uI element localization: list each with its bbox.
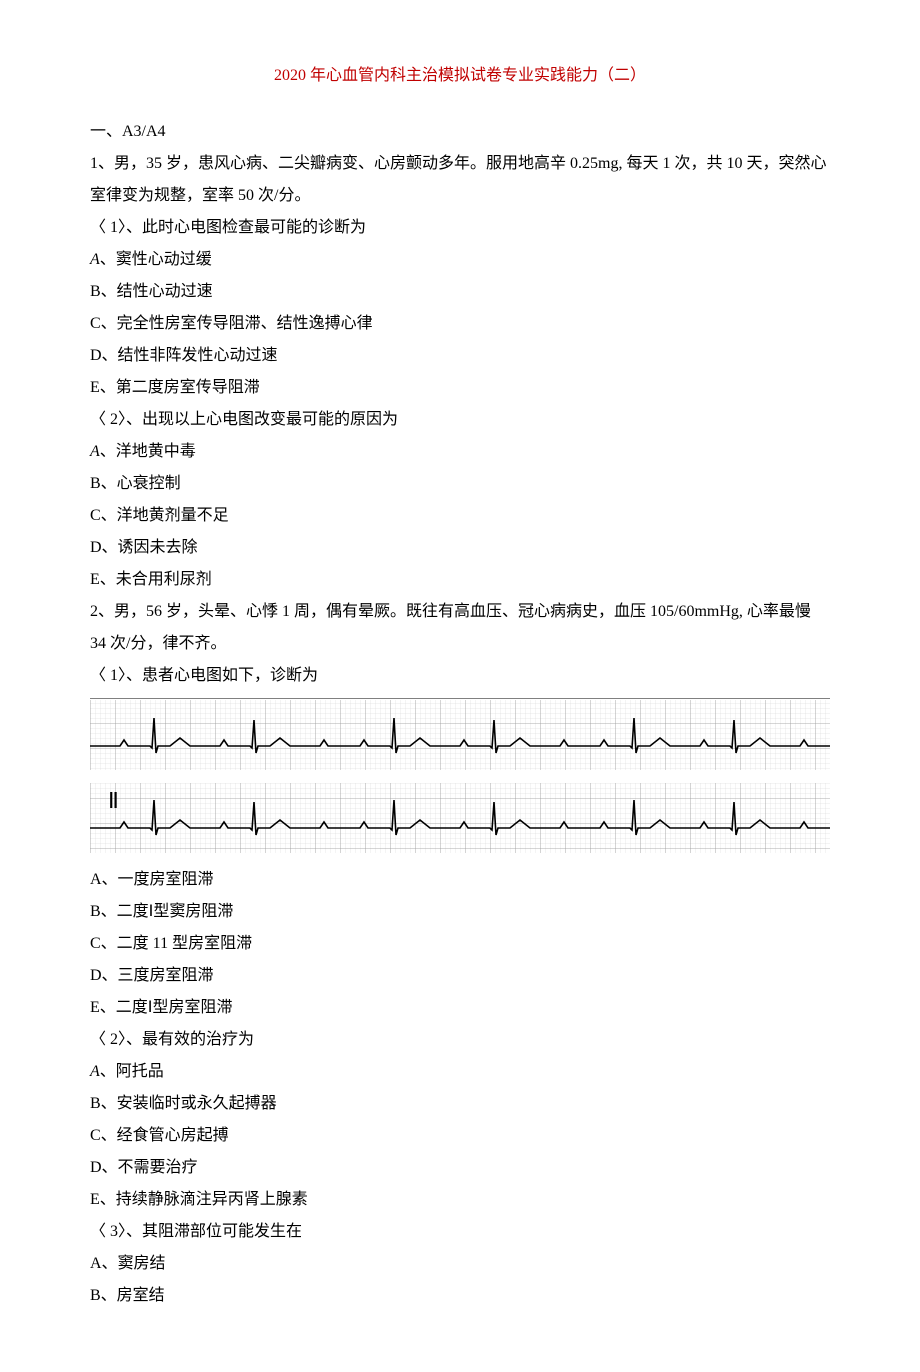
q1-sub2-option-a: A、洋地黄中毒 [90,436,830,468]
q2-sub1-prompt: 〈 1〉、患者心电图如下，诊断为 [90,660,830,692]
q2-sub2-option-a: A、阿托品 [90,1056,830,1088]
option-letter-a: A [90,1063,100,1080]
section-header: 一、A3/A4 [90,116,830,148]
q2-sub2-option-b: B、安装临时或永久起搏器 [90,1088,830,1120]
option-letter-a: A [90,443,100,460]
ecg-lead-label: Ⅱ [108,788,119,813]
option-text: 、阿托品 [100,1063,164,1080]
q2-sub2-option-d: D、不需要治疗 [90,1152,830,1184]
q2-sub1-option-b: B、二度Ⅰ型窦房阻滞 [90,896,830,928]
q2-sub1-option-a: A、一度房室阻滞 [90,864,830,896]
option-letter-a: A [90,251,100,268]
q2-sub2-option-e: E、持续静脉滴注异丙肾上腺素 [90,1184,830,1216]
q1-sub2-option-e: E、未合用利尿剂 [90,564,830,596]
q1-sub2-prompt: 〈 2〉、出现以上心电图改变最可能的原因为 [90,404,830,436]
ecg-image: Ⅱ [90,698,830,858]
q2-sub3-option-a: A、窦房结 [90,1248,830,1280]
q1-sub1-option-c: C、完全性房室传导阻滞、结性逸搏心律 [90,308,830,340]
option-text: 、窦性心动过缓 [100,251,212,268]
q1-sub1-option-d: D、结性非阵发性心动过速 [90,340,830,372]
q1-sub1-option-a: A、窦性心动过缓 [90,244,830,276]
question-1-stem: 1、男，35 岁，患风心病、二尖瓣病变、心房颤动多年。服用地高辛 0.25mg,… [90,148,830,212]
q1-sub2-option-d: D、诱因未去除 [90,532,830,564]
q1-sub2-option-b: B、心衰控制 [90,468,830,500]
option-text: 、洋地黄中毒 [100,443,196,460]
q1-sub1-option-b: B、结性心动过速 [90,276,830,308]
q2-sub1-option-e: E、二度Ⅰ型房室阻滞 [90,992,830,1024]
q2-sub2-option-c: C、经食管心房起搏 [90,1120,830,1152]
q2-sub3-prompt: 〈 3〉、其阻滞部位可能发生在 [90,1216,830,1248]
page-title: 2020 年心血管内科主治模拟试卷专业实践能力（二） [90,60,830,92]
q1-sub1-prompt: 〈 1〉、此时心电图检查最可能的诊断为 [90,212,830,244]
q1-sub2-option-c: C、洋地黄剂量不足 [90,500,830,532]
q2-sub1-option-d: D、三度房室阻滞 [90,960,830,992]
q2-sub2-prompt: 〈 2〉、最有效的治疗为 [90,1024,830,1056]
q2-sub3-option-b: B、房室结 [90,1280,830,1312]
question-2-stem: 2、男，56 岁，头晕、心悸 1 周，偶有晕厥。既往有高血压、冠心病病史，血压 … [90,596,830,660]
q1-sub1-option-e: E、第二度房室传导阻滞 [90,372,830,404]
q2-sub1-option-c: C、二度 11 型房室阻滞 [90,928,830,960]
